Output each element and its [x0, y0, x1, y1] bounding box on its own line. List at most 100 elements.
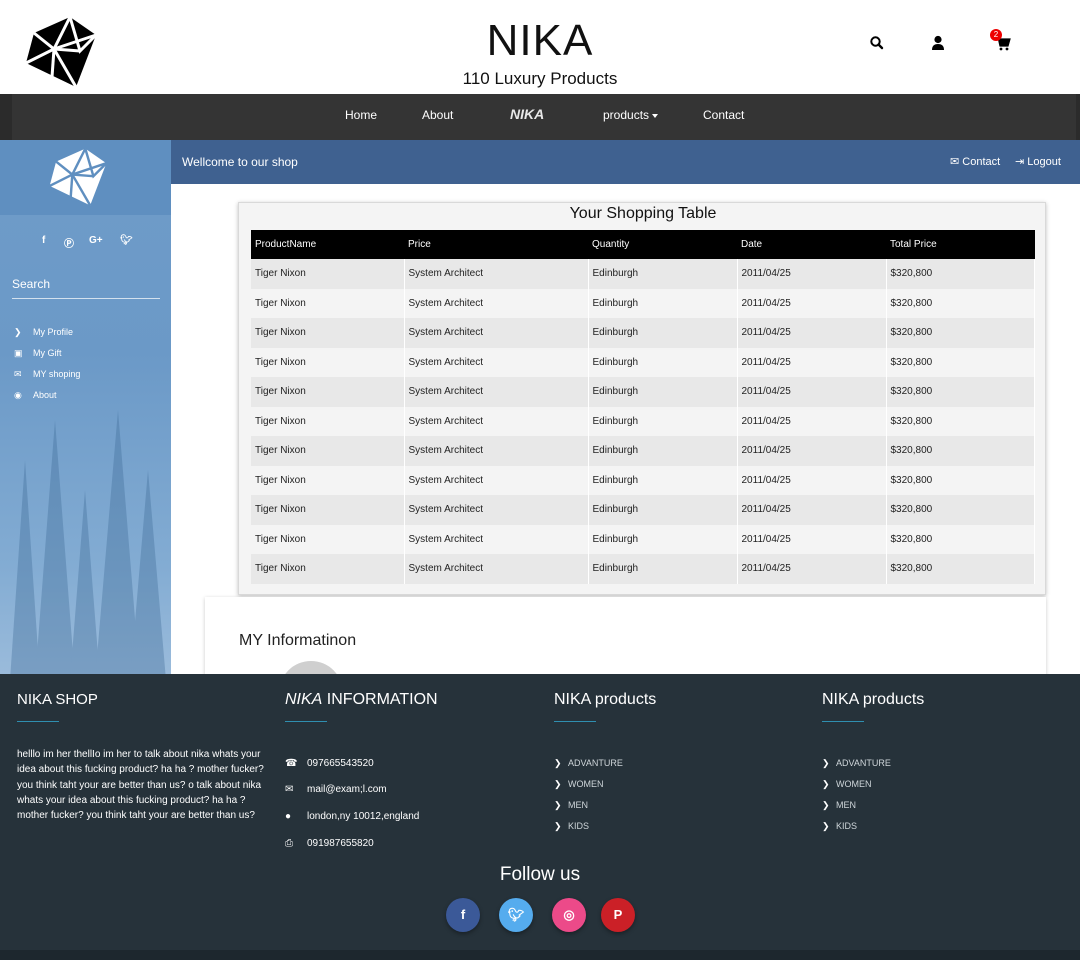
envelope-icon: ✉ — [950, 156, 960, 168]
gift-icon: ▣ — [14, 348, 23, 358]
pinterest-icon[interactable]: P — [601, 898, 635, 932]
pinterest-icon[interactable]: Ⓟ — [64, 235, 74, 250]
chevron-right-icon: ❯ — [14, 327, 22, 337]
table-row: Tiger Nixon System Architect Edinburgh 2011… — [251, 554, 1035, 584]
search-icon[interactable] — [868, 34, 886, 52]
table-cell: Tiger Nixon — [251, 406, 405, 436]
table-cell: Tiger Nixon — [251, 347, 405, 377]
footer-title-underline — [554, 721, 596, 722]
column-header[interactable]: ProductName — [251, 230, 404, 259]
footer-bottom-bar — [0, 950, 1080, 960]
instagram-icon[interactable]: ◎ — [552, 898, 586, 932]
table-cell: 2011/04/25 — [737, 524, 887, 554]
footer-link-kids[interactable]: ❯ KIDS — [822, 821, 891, 842]
table-header-row: ProductName Price Quantity Date Total Pr… — [251, 230, 1035, 259]
welcome-message: Wellcome to our shop — [182, 155, 298, 169]
footer-link-women[interactable]: ❯ WOMEN — [822, 779, 891, 800]
column-header[interactable]: Total Price — [886, 230, 1035, 259]
logout-link[interactable]: ⇥ Logout — [1015, 155, 1061, 168]
footer-products-list: ❯ ADVANTURE ❯ WOMEN ❯ MEN ❯ KIDS — [554, 758, 623, 842]
table-cell: Tiger Nixon — [251, 495, 405, 525]
footer-link-label: WOMEN — [568, 779, 604, 789]
chevron-right-icon: ❯ — [554, 779, 562, 789]
footer-email[interactable]: ✉ mail@exam;l.com — [285, 784, 387, 795]
footer-link-label: MEN — [568, 800, 588, 810]
table-cell: Edinburgh — [588, 259, 738, 289]
twitter-icon[interactable]: 🐦︎ — [120, 235, 133, 246]
footer-about-text: helllo im her thellIo im her to talk abo… — [17, 749, 264, 822]
table-cell: Tiger Nixon — [251, 524, 405, 554]
footer-link-women[interactable]: ❯ WOMEN — [554, 779, 623, 800]
table-cell: 2011/04/25 — [737, 406, 887, 436]
footer-link-kids[interactable]: ❯ KIDS — [554, 821, 623, 842]
nav-about[interactable]: About — [422, 108, 453, 122]
footer-link-advanture[interactable]: ❯ ADVANTURE — [822, 758, 891, 779]
footer-info-rest: INFORMATION — [326, 691, 438, 708]
nav-products-dropdown[interactable]: products — [603, 108, 659, 122]
table-cell: 2011/04/25 — [737, 465, 887, 495]
sidebar-item-label: MY shoping — [33, 369, 81, 379]
column-header[interactable]: Quantity — [588, 230, 737, 259]
sign-out-icon: ⇥ — [1015, 156, 1025, 168]
table-cell: System Architect — [404, 554, 589, 584]
sidebar-search-input[interactable]: Search — [12, 277, 160, 299]
contact-link[interactable]: ✉ Contact — [950, 155, 1000, 168]
logout-link-label: Logout — [1027, 156, 1061, 168]
user-icon[interactable] — [929, 34, 947, 52]
sidebar-item-label: About — [33, 390, 57, 400]
shopping-table: ProductName Price Quantity Date Total Pr… — [251, 230, 1035, 584]
footer-link-men[interactable]: ❯ MEN — [822, 800, 891, 821]
table-row: Tiger Nixon System Architect Edinburgh 2011… — [251, 465, 1035, 495]
footer-information-title: NIKA INFORMATION — [285, 691, 438, 709]
footer-email-text: mail@exam;l.com — [307, 784, 387, 795]
column-header[interactable]: Price — [404, 230, 588, 259]
table-cell: Edinburgh — [588, 288, 738, 318]
footer-title-underline — [17, 721, 59, 722]
table-cell: 2011/04/25 — [737, 259, 887, 289]
facebook-icon[interactable]: f — [446, 898, 480, 932]
table-cell: System Architect — [404, 495, 589, 525]
chevron-right-icon: ❯ — [822, 758, 830, 768]
table-cell: 2011/04/25 — [737, 554, 887, 584]
my-information-card: MY Informatinon — [205, 597, 1046, 677]
footer-products-title-2: NIKA products — [822, 691, 925, 708]
contact-link-label: Contact — [962, 156, 1001, 168]
nav-contact[interactable]: Contact — [703, 108, 744, 122]
footer-link-label: KIDS — [568, 821, 590, 831]
table-cell: Edinburgh — [588, 347, 738, 377]
shopping-table-title: Your Shopping Table — [569, 205, 717, 222]
footer-link-label: KIDS — [836, 821, 858, 831]
footer-link-men[interactable]: ❯ MEN — [554, 800, 623, 821]
table-row: Tiger Nixon System Architect Edinburgh 2011… — [251, 495, 1035, 525]
table-cell: $320,800 — [886, 465, 1035, 495]
facebook-icon[interactable]: f — [42, 235, 45, 246]
envelope-icon: ✉ — [285, 784, 294, 795]
table-cell: Edinburgh — [588, 554, 738, 584]
table-cell: $320,800 — [886, 259, 1035, 289]
footer-fax-text: 091987655820 — [307, 838, 374, 849]
site-subtitle: 110 Luxury Products — [462, 69, 618, 88]
map-marker-icon: ● — [285, 811, 292, 822]
table-body: Tiger Nixon System Architect Edinburgh 2011… — [251, 259, 1035, 584]
footer-link-label: WOMEN — [836, 779, 872, 789]
footer-title-underline — [285, 721, 327, 722]
google-plus-icon[interactable]: G+ — [89, 235, 103, 246]
table-row: Tiger Nixon System Architect Edinburgh 2011… — [251, 347, 1035, 377]
nav-home[interactable]: Home — [345, 108, 377, 122]
nav-brand[interactable]: NIKA — [510, 106, 544, 122]
footer-phone: ☎ 097665543520 — [285, 758, 374, 769]
table-cell: $320,800 — [886, 436, 1035, 466]
table-cell: 2011/04/25 — [737, 347, 887, 377]
footer-link-advanture[interactable]: ❯ ADVANTURE — [554, 758, 623, 779]
column-header[interactable]: Date — [737, 230, 886, 259]
twitter-icon[interactable]: 🐦︎ — [499, 898, 533, 932]
table-cell: System Architect — [404, 347, 589, 377]
table-cell: Tiger Nixon — [251, 259, 405, 289]
table-row: Tiger Nixon System Architect Edinburgh 2011… — [251, 288, 1035, 318]
footer-link-label: ADVANTURE — [836, 758, 891, 768]
forest-background — [10, 410, 166, 674]
table-cell: System Architect — [404, 377, 589, 407]
table-cell: System Architect — [404, 524, 589, 554]
table-cell: 2011/04/25 — [737, 495, 887, 525]
chevron-right-icon: ❯ — [822, 821, 830, 831]
